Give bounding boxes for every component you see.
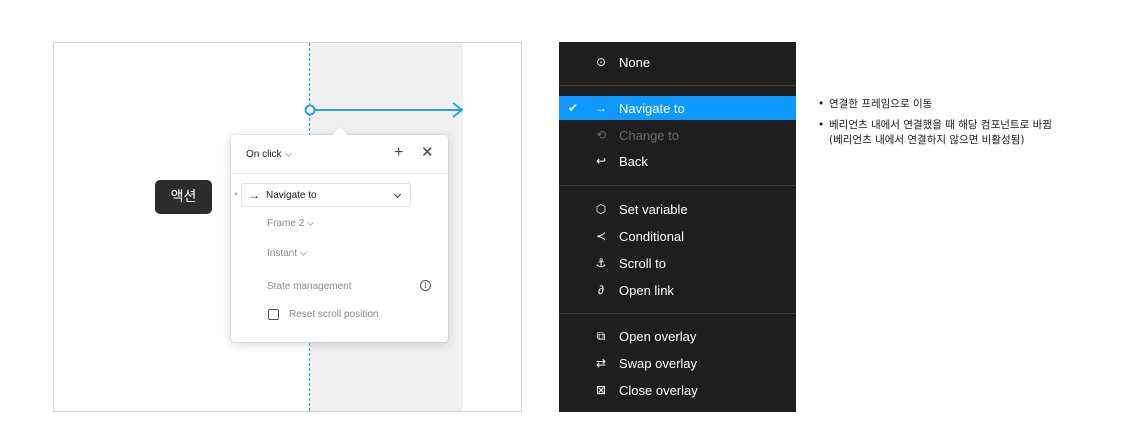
swap-overlay-icon: ⇄ [595,356,607,370]
close-icon[interactable]: ✕ [421,145,434,161]
menu-divider [559,85,796,86]
circle-dot-icon: ⊙ [595,55,607,69]
animation-label: Instant [267,248,298,259]
menu-item-back[interactable]: ↩ Back [559,149,796,173]
checkmark-icon: ✔ [568,101,579,115]
menu-item-label: Scroll to [619,255,666,271]
trigger-select[interactable]: On click [246,149,292,160]
menu-item-none[interactable]: ⊙ None [559,50,796,74]
note-item: 베리언츠 내에서 연결했을 때 해당 컴포넌트로 바뀜 [818,118,1138,133]
action-select[interactable]: → Navigate to [241,183,411,207]
action-menu: ⊙ None ✔ → Navigate to ⟲ Change to ↩ Bac… [559,42,796,412]
chevron-down-icon [299,248,308,256]
close-overlay-icon: ⊠ [595,383,607,397]
anchor-icon: ⚓ [595,256,607,270]
menu-item-open-link[interactable]: ∂ Open link [559,278,796,302]
open-overlay-icon: ⧉ [596,328,606,343]
menu-item-conditional[interactable]: ≺ Conditional [559,224,796,248]
swap-cycle-icon: ⟲ [595,128,607,142]
arrow-left-icon: ↩ [595,154,607,168]
action-tag: 액션 [155,180,212,214]
menu-item-close-overlay[interactable]: ⊠ Close overlay [559,378,796,402]
info-icon[interactable]: i [420,280,431,291]
reset-scroll-label: Reset scroll position [289,309,379,320]
arrow-right-icon: → [248,188,260,202]
connection-arrow[interactable] [302,100,472,120]
menu-item-label: Close overlay [619,382,698,398]
menu-item-label: None [619,54,651,70]
menu-item-open-overlay[interactable]: ⧉ Open overlay [559,324,796,348]
reset-scroll-option[interactable]: Reset scroll position [268,309,378,320]
notes: 연결한 프레임으로 이동 베리언츠 내에서 연결했을 때 해당 컴포넌트로 바뀜… [818,97,1138,148]
menu-divider [559,185,796,186]
menu-item-label: Navigate to [619,100,685,116]
state-management-label: State management [267,281,352,292]
menu-item-navigate-to[interactable]: ✔ → Navigate to [559,96,796,120]
chevron-down-icon [307,218,315,226]
menu-item-swap-overlay[interactable]: ⇄ Swap overlay [559,351,796,375]
menu-item-change-to: ⟲ Change to [559,123,796,147]
reset-scroll-checkbox[interactable] [268,309,279,320]
menu-item-label: Conditional [619,228,685,244]
trigger-label: On click [246,149,282,160]
menu-item-label: Swap overlay [619,355,698,371]
arrow-right-icon: → [595,101,607,115]
hexagon-dot-icon: ⬡ [595,202,607,216]
link-icon: ∂ [598,283,604,297]
collapse-caret-icon[interactable]: ▼ [233,192,239,198]
note-item: 연결한 프레임으로 이동 [818,97,1138,112]
menu-item-label: Set variable [619,201,688,217]
animation-select[interactable]: Instant [267,248,308,259]
prototype-canvas: On click + ✕ ▼ → Navigate to Frame 2 Ins… [53,42,522,412]
note-subtext: (베리언츠 내에서 연결하지 않으면 비활성됨) [829,134,1025,146]
chevron-down-icon [393,190,402,199]
menu-item-set-variable[interactable]: ⬡ Set variable [559,197,796,221]
menu-item-label: Back [619,153,648,169]
action-label: Navigate to [266,189,317,201]
panel-divider [231,173,448,174]
branch-icon: ≺ [595,229,607,243]
destination-select[interactable]: Frame 2 [267,218,315,229]
menu-item-scroll-to[interactable]: ⚓ Scroll to [559,251,796,275]
menu-divider [559,313,796,314]
chevron-down-icon [284,149,292,157]
menu-item-label: Open link [619,282,674,298]
menu-item-label: Change to [619,127,679,143]
menu-item-label: Open overlay [619,328,697,344]
interaction-panel: On click + ✕ ▼ → Navigate to Frame 2 Ins… [231,126,448,342]
destination-label: Frame 2 [267,218,305,229]
add-icon[interactable]: + [394,145,403,161]
